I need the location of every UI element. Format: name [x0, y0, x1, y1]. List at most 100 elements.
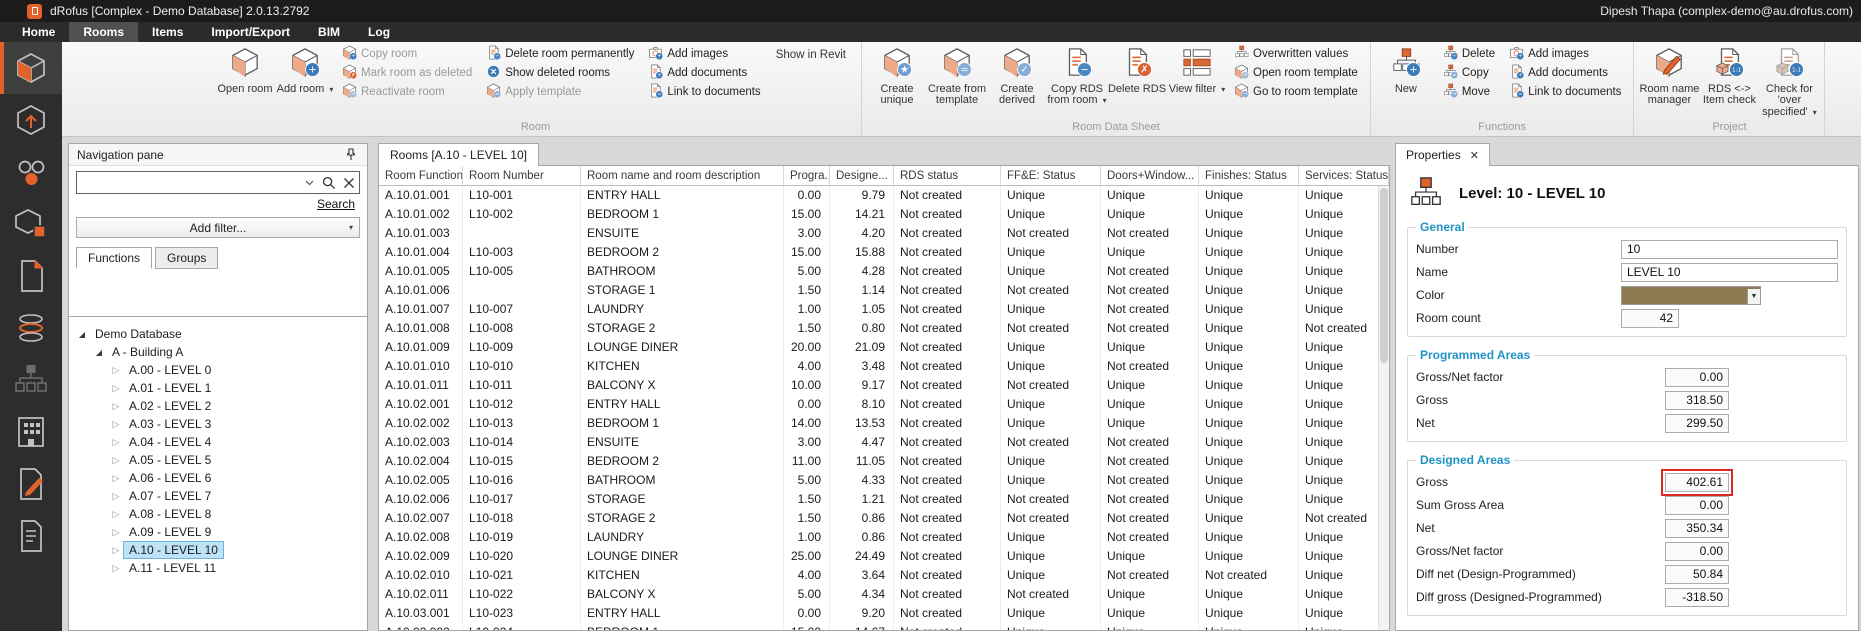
sidebar-module-spheres[interactable]	[0, 146, 62, 198]
color-swatch[interactable]: ▼	[1621, 286, 1761, 305]
room-row-a-10-01-004[interactable]: A.10.01.004L10-003BEDROOM 215.0015.88Not…	[379, 243, 1389, 262]
column-header-progra[interactable]: Progra...	[784, 166, 830, 186]
gross-net-factor-field[interactable]	[1665, 542, 1729, 561]
delete-rds-button[interactable]: ✗Delete RDS	[1107, 44, 1167, 95]
add-filter-button[interactable]: Add filter... ▾	[76, 217, 360, 238]
reactivate-room-button[interactable]: ↺Reactivate room	[338, 82, 476, 101]
sidebar-module-coins[interactable]	[0, 302, 62, 354]
expand-arrow-icon[interactable]: ▷	[109, 509, 123, 520]
create-derived-button[interactable]: ✓Create derived	[987, 44, 1047, 107]
tree-item-a-06-level-6[interactable]: ▷A.06 - LEVEL 6	[69, 469, 367, 487]
room-row-a-10-01-001[interactable]: A.10.01.001L10-001ENTRY HALL0.009.79Not …	[379, 186, 1389, 205]
tree-item-a-11-level-11[interactable]: ▷A.11 - LEVEL 11	[69, 559, 367, 577]
rooms-tab[interactable]: Rooms [A.10 - LEVEL 10]	[378, 143, 539, 166]
menu-tab-items[interactable]: Items	[138, 22, 197, 42]
expand-arrow-icon[interactable]: ▷	[109, 527, 123, 538]
copy-rds-from-room-button[interactable]: −Copy RDS from room ▾	[1047, 44, 1107, 107]
sidebar-module-page-lines[interactable]	[0, 510, 62, 562]
room-name-manager-button[interactable]: Room name manager	[1639, 44, 1699, 107]
open-room-template-button[interactable]: ↺Open room template	[1230, 63, 1362, 82]
column-header-room-function[interactable]: Room Function #:	[379, 166, 463, 186]
menu-tab-import-export[interactable]: Import/Export	[197, 22, 304, 42]
room-row-a-10-02-009[interactable]: A.10.02.009L10-020LOUNGE DINER25.0024.49…	[379, 547, 1389, 566]
room-row-a-10-02-001[interactable]: A.10.02.001L10-012ENTRY HALL0.008.10Not …	[379, 395, 1389, 414]
room-row-a-10-02-007[interactable]: A.10.02.007L10-018STORAGE 21.500.86Not c…	[379, 509, 1389, 528]
tree-item-a-08-level-8[interactable]: ▷A.08 - LEVEL 8	[69, 505, 367, 523]
gross-net-factor-field[interactable]	[1665, 368, 1729, 387]
room-row-a-10-01-007[interactable]: A.10.01.007L10-007LAUNDRY1.001.05Not cre…	[379, 300, 1389, 319]
search-icon[interactable]	[319, 176, 339, 190]
expand-arrow-icon[interactable]: ▷	[109, 419, 123, 430]
room-row-a-10-02-011[interactable]: A.10.02.011L10-022BALCONY X5.004.34Not c…	[379, 585, 1389, 604]
tree-item-a-05-level-5[interactable]: ▷A.05 - LEVEL 5	[69, 451, 367, 469]
add-documents-button[interactable]: +Add documents	[644, 63, 764, 82]
column-header-doors-window[interactable]: Doors+Window...	[1101, 166, 1199, 186]
room-row-a-10-02-002[interactable]: A.10.02.002L10-013BEDROOM 114.0013.53Not…	[379, 414, 1389, 433]
show-in-revit-button[interactable]: Show in Revit	[768, 44, 856, 61]
room-row-a-10-02-010[interactable]: A.10.02.010L10-021KITCHEN4.003.64Not cre…	[379, 566, 1389, 585]
room-row-a-10-03-002[interactable]: A.10.03.002L10-024BEDROOM 115.0014.67Not…	[379, 623, 1389, 631]
show-deleted-rooms-button[interactable]: Show deleted rooms	[482, 63, 638, 82]
expand-arrow-icon[interactable]: ▷	[109, 437, 123, 448]
collapse-arrow-icon[interactable]: ◢	[75, 330, 89, 339]
nav-tab-functions[interactable]: Functions	[76, 247, 152, 269]
room-count-field[interactable]	[1621, 309, 1679, 328]
clear-search-icon[interactable]	[339, 177, 359, 189]
sidebar-module-building[interactable]	[0, 406, 62, 458]
room-row-a-10-02-004[interactable]: A.10.02.004L10-015BEDROOM 211.0011.05Not…	[379, 452, 1389, 471]
pin-icon[interactable]	[341, 148, 361, 161]
search-input[interactable]	[77, 173, 299, 192]
column-header-room-number[interactable]: Room Number	[463, 166, 581, 186]
go-to-room-template-button[interactable]: →Go to room template	[1230, 82, 1362, 101]
room-row-a-10-01-009[interactable]: A.10.01.009L10-009LOUNGE DINER20.0021.09…	[379, 338, 1389, 357]
room-row-a-10-01-002[interactable]: A.10.01.002L10-002BEDROOM 115.0014.21Not…	[379, 205, 1389, 224]
tree-item-a-04-level-4[interactable]: ▷A.04 - LEVEL 4	[69, 433, 367, 451]
sidebar-module-cube-square[interactable]	[0, 198, 62, 250]
menu-tab-home[interactable]: Home	[8, 22, 69, 42]
sidebar-module-cube[interactable]	[0, 42, 62, 94]
room-row-a-10-02-003[interactable]: A.10.02.003L10-014ENSUITE3.004.47Not cre…	[379, 433, 1389, 452]
tree-item-a-01-level-1[interactable]: ▷A.01 - LEVEL 1	[69, 379, 367, 397]
open-room-button[interactable]: Open room	[215, 44, 275, 95]
sidebar-module-page-fold[interactable]	[0, 250, 62, 302]
column-header-services-status[interactable]: Services: Status	[1299, 166, 1389, 186]
close-icon[interactable]: ✕	[1470, 149, 1479, 162]
expand-arrow-icon[interactable]: ▷	[109, 545, 123, 556]
tree-item-a-building-a[interactable]: ◢A - Building A	[69, 343, 367, 361]
sidebar-module-page-pencil[interactable]	[0, 458, 62, 510]
expand-arrow-icon[interactable]: ▷	[109, 365, 123, 376]
name-field[interactable]	[1621, 263, 1838, 282]
chevron-down-icon[interactable]: ▼	[1747, 289, 1760, 304]
expand-arrow-icon[interactable]: ▷	[109, 401, 123, 412]
scrollbar-thumb[interactable]	[1380, 188, 1388, 363]
properties-tab[interactable]: Properties ✕	[1395, 143, 1490, 166]
menu-tab-log[interactable]: Log	[354, 22, 404, 42]
expand-arrow-icon[interactable]: ▷	[109, 473, 123, 484]
create-from-template-button[interactable]: =Create from template	[927, 44, 987, 107]
tree-item-a-00-level-0[interactable]: ▷A.00 - LEVEL 0	[69, 361, 367, 379]
expand-arrow-icon[interactable]: ▷	[109, 455, 123, 466]
room-row-a-10-02-005[interactable]: A.10.02.005L10-016BATHROOM5.004.33Not cr…	[379, 471, 1389, 490]
overwritten-values-button[interactable]: Overwritten values	[1230, 44, 1362, 63]
collapse-arrow-icon[interactable]: ◢	[92, 348, 106, 357]
table-scrollbar[interactable]	[1378, 186, 1389, 630]
search-link[interactable]: Search	[317, 197, 355, 211]
view-filter-button[interactable]: View filter ▾	[1167, 44, 1227, 95]
column-header-rds-status[interactable]: RDS status	[894, 166, 1001, 186]
delete-room-permanently-button[interactable]: −Delete room permanently	[482, 44, 638, 63]
sidebar-module-cube-arrow[interactable]	[0, 94, 62, 146]
link-to-documents-button[interactable]: ∞Link to documents	[1505, 82, 1625, 101]
sum-gross-area-field[interactable]	[1665, 496, 1729, 515]
copy-room-button[interactable]: +Copy room	[338, 44, 476, 63]
gross-field[interactable]	[1665, 391, 1729, 410]
tree-item-a-10-level-10[interactable]: ▷A.10 - LEVEL 10	[69, 541, 367, 559]
room-row-a-10-01-006[interactable]: A.10.01.006STORAGE 11.501.14Not createdN…	[379, 281, 1389, 300]
mark-room-as-deleted-button[interactable]: ✗Mark room as deleted	[338, 63, 476, 82]
room-row-a-10-01-005[interactable]: A.10.01.005L10-005BATHROOM5.004.28Not cr…	[379, 262, 1389, 281]
column-header-room-name-and-room-description[interactable]: Room name and room description	[581, 166, 784, 186]
tree-item-demo-database[interactable]: ◢Demo Database	[69, 325, 367, 343]
room-row-a-10-01-003[interactable]: A.10.01.003ENSUITE3.004.20Not createdNot…	[379, 224, 1389, 243]
sidebar-module-orgchart[interactable]	[0, 354, 62, 406]
menu-tab-rooms[interactable]: Rooms	[69, 22, 138, 42]
number-field[interactable]	[1621, 240, 1838, 259]
